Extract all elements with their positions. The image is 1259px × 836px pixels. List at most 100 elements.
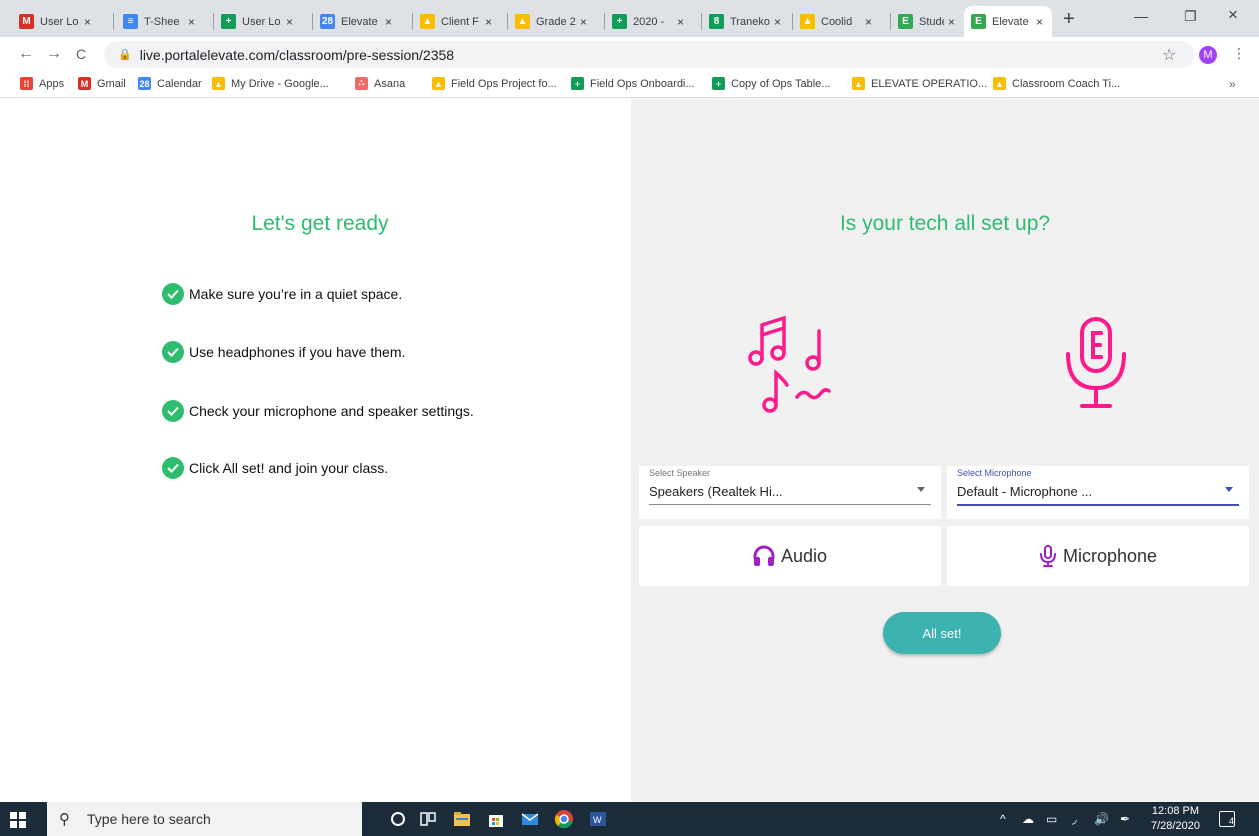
close-tab-icon[interactable]: × [677, 15, 684, 29]
close-tab-icon[interactable]: × [385, 15, 392, 29]
minimize-button[interactable]: — [1134, 8, 1148, 24]
restore-button[interactable]: ❐ [1184, 8, 1197, 25]
notification-center-icon[interactable]: 4 [1219, 811, 1235, 827]
sheets-icon: + [221, 14, 236, 29]
bookmark-item[interactable]: ∴ Asana [355, 77, 405, 90]
browser-tab[interactable]: M User Lo × [12, 6, 112, 37]
bookmark-star-icon[interactable]: ☆ [1162, 45, 1176, 65]
browser-tab-title: Coolid [821, 15, 853, 28]
bookmark-item[interactable]: ⁞⁞ Apps [20, 77, 64, 90]
bookmark-item[interactable]: ▲ My Drive - Google... [212, 77, 329, 90]
browser-tab[interactable]: 28 Elevate × [313, 6, 411, 37]
cortana-icon[interactable] [388, 809, 408, 829]
browser-toolbar: ← → C 🔒 live.portalelevate.com/classroom… [0, 37, 1259, 71]
browser-menu-icon[interactable]: ⋮ [1232, 45, 1246, 62]
audio-test-button[interactable]: Audio [639, 526, 941, 586]
windows-start-icon[interactable] [10, 812, 26, 828]
select-underline [649, 504, 931, 505]
task-view-icon[interactable] [418, 809, 438, 829]
forms-icon: E [971, 14, 986, 29]
browser-tab[interactable]: ▲ Coolid × [793, 6, 889, 37]
reload-button[interactable]: C [76, 46, 86, 62]
sheets-icon: + [571, 77, 584, 90]
bookmark-label: Field Ops Onboardi... [590, 77, 695, 90]
volume-icon[interactable]: 🔊 [1094, 812, 1109, 826]
dropdown-arrow-icon[interactable] [917, 487, 925, 492]
close-tab-icon[interactable]: × [286, 15, 293, 29]
bookmark-label: Copy of Ops Table... [731, 77, 831, 90]
bookmark-item[interactable]: + Copy of Ops Table... [712, 77, 830, 90]
close-tab-icon[interactable]: × [948, 15, 955, 29]
bookmark-label: Field Ops Project fo... [451, 77, 557, 90]
speaker-select[interactable]: Select Speaker Speakers (Realtek Hi... [639, 466, 941, 519]
address-bar[interactable]: 🔒 live.portalelevate.com/classroom/pre-s… [104, 41, 1194, 68]
profile-avatar[interactable]: M [1199, 46, 1217, 64]
browser-tab[interactable]: 8 Traneko × [702, 6, 791, 37]
bookmarks-bar: » ⁞⁞ Apps M Gmail 28 Calendar ▲ My Drive - Goog… [0, 71, 1259, 98]
browser-tab[interactable]: +2020 - × [605, 6, 700, 37]
browser-tab[interactable]: E Studen × [891, 6, 962, 37]
taskbar-search-box[interactable]: ⚲ Type here to search [47, 802, 362, 836]
tray-overflow-icon[interactable]: ^ [1000, 812, 1006, 826]
new-tab-button[interactable]: + [1063, 8, 1075, 31]
pre-session-page: Let's get ready Make sure you’re in a qu… [0, 98, 1259, 802]
battery-icon[interactable]: ▭ [1046, 812, 1057, 826]
drive-icon: ▲ [852, 77, 865, 90]
tab-separator [113, 13, 114, 30]
microphone-test-button[interactable]: Microphone [947, 526, 1249, 586]
checklist-item: Check your microphone and speaker settin… [162, 400, 474, 422]
close-tab-icon[interactable]: × [774, 15, 781, 29]
back-button[interactable]: ← [18, 45, 34, 63]
dropdown-arrow-icon[interactable] [1225, 487, 1233, 492]
drive-icon: ▲ [800, 14, 815, 29]
tech-setup-title: Is your tech all set up? [839, 212, 1051, 235]
close-tab-icon[interactable]: × [580, 15, 587, 29]
close-tab-icon[interactable]: × [84, 15, 91, 29]
forward-button[interactable]: → [46, 45, 62, 63]
apps-grid-icon: ⁞⁞ [20, 77, 33, 90]
close-tab-icon[interactable]: × [485, 15, 492, 29]
sheets-icon: + [612, 14, 627, 29]
mail-icon[interactable] [520, 809, 540, 829]
onedrive-icon[interactable]: ☁ [1022, 812, 1034, 826]
get-ready-panel: Let's get ready Make sure you’re in a qu… [0, 98, 631, 802]
browser-tab[interactable]: E Elevate × [964, 6, 1052, 37]
drive-icon: ▲ [432, 77, 445, 90]
lock-icon: 🔒 [118, 49, 132, 61]
bookmark-item[interactable]: 28 Calendar [138, 77, 202, 90]
word-icon[interactable]: W [588, 809, 608, 829]
bookmark-item[interactable]: M Gmail [78, 77, 126, 90]
microphone-select[interactable]: Select Microphone Default - Microphone .… [947, 466, 1249, 519]
headphones-icon [753, 545, 775, 566]
pen-icon[interactable]: ✒ [1120, 812, 1130, 826]
all-set-button[interactable]: All set! [883, 612, 1001, 654]
browser-tab[interactable]: + User Lo × [214, 6, 311, 37]
chrome-icon[interactable] [554, 809, 574, 829]
bookmark-item[interactable]: ▲ ELEVATE OPERATIO... [852, 77, 987, 90]
checklist-item: Make sure you’re in a quiet space. [162, 283, 402, 305]
taskbar-clock[interactable]: 12:08 PM 7/28/2020 [1151, 804, 1200, 834]
bookmark-item[interactable]: ▲ Classroom Coach Ti... [993, 77, 1120, 90]
browser-tab[interactable]: ≡ T-Shee × [116, 6, 212, 37]
bookmark-label: Apps [39, 77, 65, 90]
browser-tab[interactable]: ▲ Client F × [413, 6, 506, 37]
store-icon[interactable] [486, 809, 506, 829]
file-explorer-icon[interactable] [452, 809, 472, 829]
wifi-icon[interactable]: ◞ [1072, 812, 1077, 826]
close-window-button[interactable]: × [1228, 5, 1238, 25]
bookmark-item[interactable]: ▲ Field Ops Project fo... [432, 77, 557, 90]
microphone-button-label: Microphone [1062, 545, 1158, 566]
sheets-icon: + [712, 77, 725, 90]
browser-tab-title: T-Shee [144, 15, 180, 28]
close-tab-icon[interactable]: × [1036, 15, 1043, 29]
audio-button-label: Audio [780, 545, 828, 566]
asana-icon: ∴ [355, 77, 368, 90]
bookmarks-overflow-icon[interactable]: » [1229, 77, 1236, 91]
close-tab-icon[interactable]: × [865, 15, 872, 29]
bookmark-item[interactable]: + Field Ops Onboardi... [571, 77, 695, 90]
browser-tab-title: User Lo [40, 15, 79, 28]
browser-tab-title: Client F [441, 15, 479, 28]
browser-tab[interactable]: ▲ Grade 2 × [508, 6, 603, 37]
clock-time: 12:08 PM [1151, 805, 1200, 817]
close-tab-icon[interactable]: × [188, 15, 195, 29]
